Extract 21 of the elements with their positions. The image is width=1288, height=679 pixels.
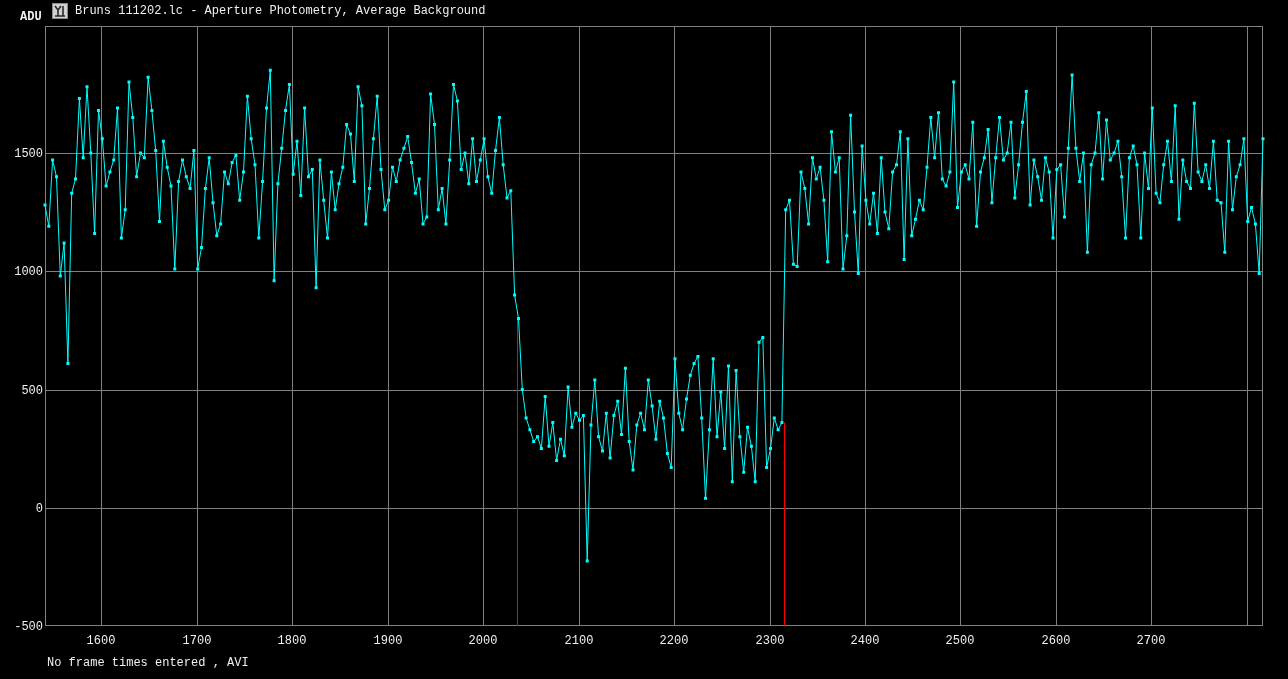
status-text: No frame times entered , AVI [47,656,249,670]
axis-tick-label: 1800 [277,633,307,648]
axis-tick-label: 2100 [564,633,594,648]
axis-tick-label: -500 [14,620,43,634]
axis-tick-label: 2200 [659,633,689,648]
axis-tick-label: 2500 [945,633,975,648]
app-icon [52,3,68,19]
axis-tick-label: 1700 [182,633,212,648]
axis-tick-label: 1500 [14,147,43,161]
axis-tick-label: 2600 [1041,633,1071,648]
axis-tick-label: 1000 [14,265,43,279]
axis-tick-label: 2400 [850,633,880,648]
axis-tick-label: 2300 [755,633,785,648]
axis-title: ADU [20,11,42,24]
axis-tick-label: 500 [21,384,43,398]
axis-tick-label: 2000 [468,633,498,648]
axis-tick-label: 2700 [1136,633,1166,648]
window-title: Bruns 111202.lc - Aperture Photometry, Average Background [75,4,486,18]
axis-tick-label: 0 [35,502,43,516]
axis-tick-label: 1600 [86,633,116,648]
axis-tick-label: 1900 [373,633,403,648]
